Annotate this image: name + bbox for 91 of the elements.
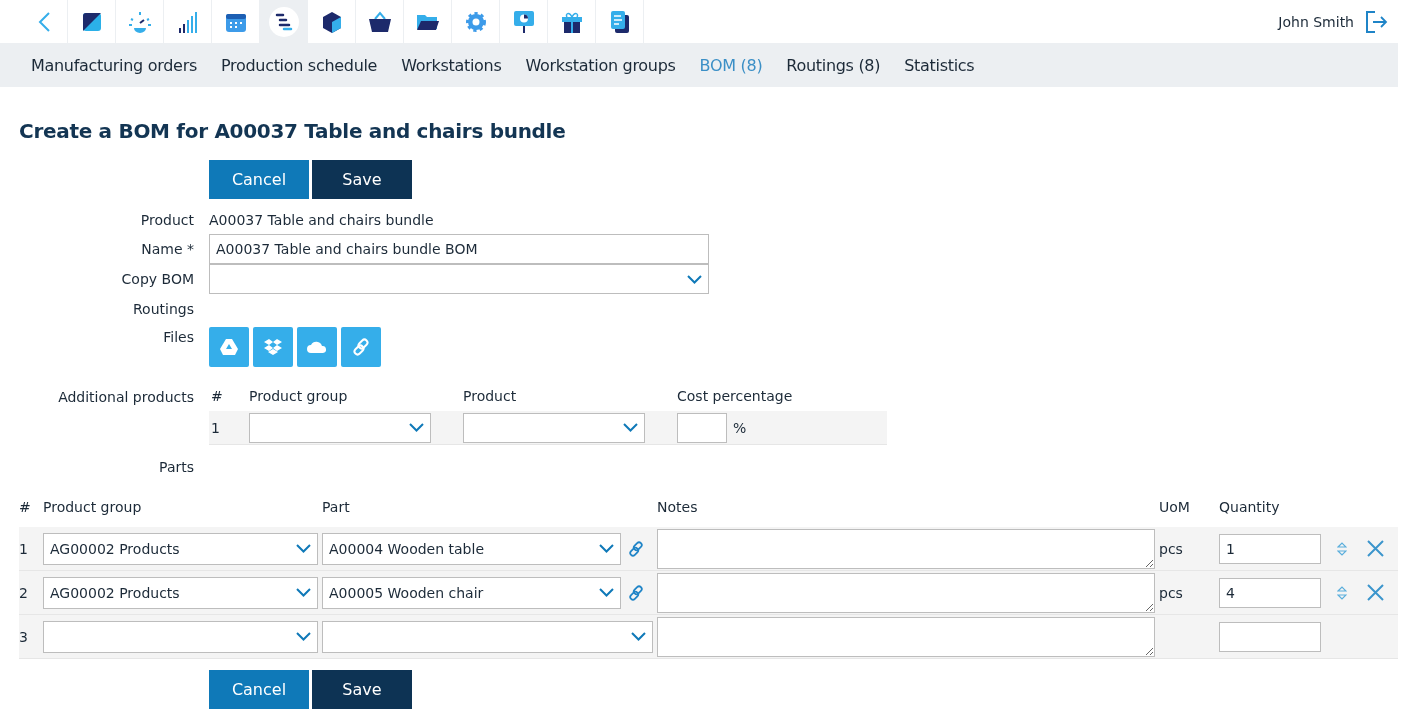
file-source-button[interactable] — [209, 327, 249, 367]
uom-value: pcs — [1159, 540, 1184, 557]
presentation-board-icon — [513, 10, 534, 33]
uom-value: pcs — [1159, 584, 1184, 601]
link-icon[interactable] — [628, 584, 644, 601]
percent-unit: % — [733, 419, 747, 436]
field-label: Copy BOM — [120, 271, 194, 287]
column-header: Part — [322, 499, 351, 515]
field-label: Name * — [140, 241, 194, 257]
document-icon — [610, 10, 629, 33]
reorder-icon[interactable] — [1337, 540, 1347, 557]
column-header: Quantity — [1219, 499, 1281, 515]
logout-icon[interactable] — [1366, 10, 1388, 33]
quantity-input[interactable]: 4 — [1219, 577, 1321, 608]
row-number: 2 — [19, 584, 29, 601]
reorder-icon[interactable] — [1337, 584, 1347, 601]
chevron-down-icon — [631, 632, 646, 641]
quantity-input[interactable]: 1 — [1219, 533, 1321, 564]
nav-tab[interactable]: Manufacturing orders — [31, 55, 197, 75]
cancel-button[interactable]: Cancel — [209, 670, 309, 709]
select-field[interactable] — [249, 412, 431, 443]
column-header: UoM — [1159, 499, 1191, 515]
file-source-button[interactable] — [253, 327, 293, 367]
folder-icon — [416, 12, 439, 31]
chevron-down-icon — [599, 544, 614, 553]
select-field[interactable]: AG00002 Products — [43, 532, 318, 565]
close-icon[interactable] — [1367, 540, 1384, 557]
notes-textarea[interactable] — [657, 528, 1155, 569]
chevron-down-icon — [409, 423, 424, 432]
file-source-button[interactable] — [297, 327, 337, 367]
chevron-down-icon — [296, 544, 311, 553]
column-header: Product group — [249, 388, 349, 404]
column-header: Product group — [43, 499, 143, 515]
field-label: Parts — [158, 458, 194, 475]
quantity-input[interactable] — [1219, 621, 1321, 652]
chevron-down-icon — [599, 588, 614, 597]
chevron-down-icon — [296, 588, 311, 597]
notes-textarea[interactable] — [657, 616, 1155, 657]
nav-tab[interactable]: Workstations — [401, 55, 502, 75]
select-field[interactable]: A00005 Wooden chair — [322, 576, 621, 609]
select-field[interactable] — [463, 412, 645, 443]
chevron-down-icon — [296, 632, 311, 641]
save-button[interactable]: Save — [312, 160, 412, 199]
select-field[interactable]: AG00002 Products — [43, 576, 318, 609]
select-field[interactable] — [322, 620, 653, 653]
basket-icon — [367, 10, 392, 33]
file-source-button[interactable] — [341, 327, 381, 367]
chevron-down-icon — [687, 274, 702, 284]
nav-tab[interactable]: Routings (8) — [786, 55, 881, 75]
select-field[interactable] — [43, 620, 318, 653]
field-label: Routings — [132, 300, 194, 317]
field-label: Product — [139, 211, 194, 228]
column-header: # — [19, 499, 32, 515]
nav-tab[interactable]: Statistics — [904, 55, 975, 75]
gear-icon — [464, 10, 487, 33]
gift-icon — [561, 10, 582, 33]
name-input[interactable]: A00037 Table and chairs bundle BOM — [209, 234, 709, 264]
column-header: Notes — [657, 499, 699, 515]
link-icon[interactable] — [628, 540, 644, 557]
cost-input[interactable] — [677, 412, 727, 443]
column-header: Cost percentage — [677, 388, 794, 404]
product-value: A00037 Table and chairs bundle — [209, 210, 435, 230]
gantt-icon — [274, 12, 293, 31]
cloud-icon — [307, 341, 327, 353]
select-field[interactable] — [209, 264, 709, 294]
field-label: Additional products — [57, 388, 194, 405]
column-header: Product — [463, 388, 518, 404]
chevron-down-icon — [623, 423, 638, 432]
cube-icon — [321, 10, 342, 33]
signal-bars-icon — [178, 10, 197, 33]
row-number: 1 — [211, 419, 221, 436]
field-label: Files — [162, 328, 194, 345]
cancel-button[interactable]: Cancel — [209, 160, 309, 199]
nav-tab[interactable]: Production schedule — [220, 55, 378, 75]
close-icon[interactable] — [1367, 584, 1384, 601]
square-icon — [82, 12, 101, 31]
notes-textarea[interactable] — [657, 572, 1155, 613]
user-name: John Smith — [1278, 13, 1354, 30]
save-button[interactable]: Save — [312, 670, 412, 709]
row-number: 3 — [19, 628, 29, 645]
dropbox-icon — [264, 338, 282, 356]
select-field[interactable]: A00004 Wooden table — [322, 532, 621, 565]
drive-icon — [220, 339, 238, 355]
link-icon — [352, 338, 370, 356]
column-header: # — [211, 388, 224, 404]
nav-tab[interactable]: Workstation groups — [525, 55, 676, 75]
app-tab[interactable] — [260, 0, 308, 43]
row-number: 1 — [19, 540, 29, 557]
page-title: Create a BOM for A00037 Table and chairs bundle — [19, 119, 567, 143]
calendar-icon — [225, 11, 246, 32]
gauge-icon — [127, 10, 152, 33]
